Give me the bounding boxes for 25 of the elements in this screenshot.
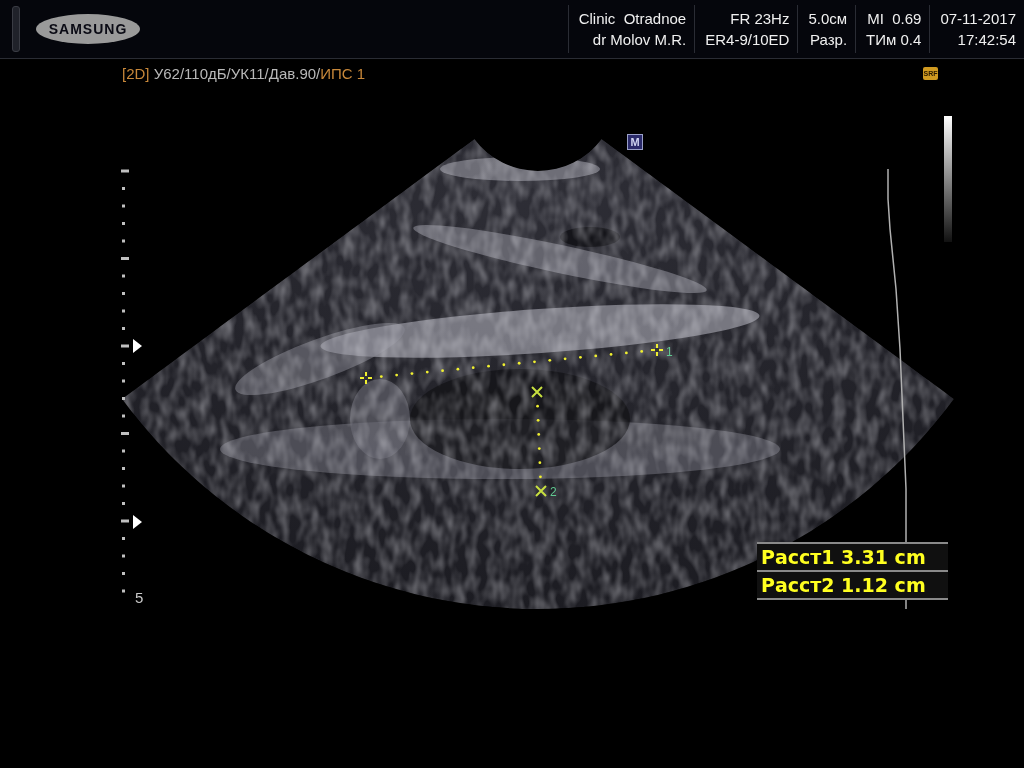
caliper-label: 2 xyxy=(550,485,557,499)
caliper-cross-icon xyxy=(359,371,373,385)
grip-handle xyxy=(12,6,20,52)
imaging-parameters: [2D] У62/110дБ/УК11/Дав.90/ИПС 1 xyxy=(122,65,366,82)
depth-label: 5 xyxy=(135,589,144,606)
info-text: ER4-9/10ED xyxy=(705,30,790,50)
measurement-text: Расст2 1.12 cm xyxy=(757,570,948,600)
logo-text: SAMSUNG xyxy=(48,21,128,37)
marker-badge: M xyxy=(627,134,643,150)
caliper-x-icon xyxy=(535,485,547,497)
info-text: Разр. xyxy=(810,30,848,50)
info-text: ТИм 0.4 xyxy=(866,30,922,50)
info-text: FR 23Hz xyxy=(730,9,790,29)
info-text: 5.0см xyxy=(808,9,848,29)
info-text: dr Molov M.R. xyxy=(592,30,687,50)
measurement-text: Расст1 3.31 cm xyxy=(757,542,948,570)
info-text: MI 0.69 xyxy=(867,9,922,29)
focus-marker-icon xyxy=(133,339,142,353)
info-text: 07-11-2017 xyxy=(940,9,1016,29)
info-text: Clinic Otradnoe xyxy=(578,9,687,29)
caliper-label: 1 xyxy=(666,345,673,359)
caliper-cross-icon xyxy=(650,343,664,357)
info-text: 17:42:54 xyxy=(957,30,1016,50)
focus-marker-icon xyxy=(133,515,142,529)
caliper-x-icon xyxy=(531,386,543,398)
